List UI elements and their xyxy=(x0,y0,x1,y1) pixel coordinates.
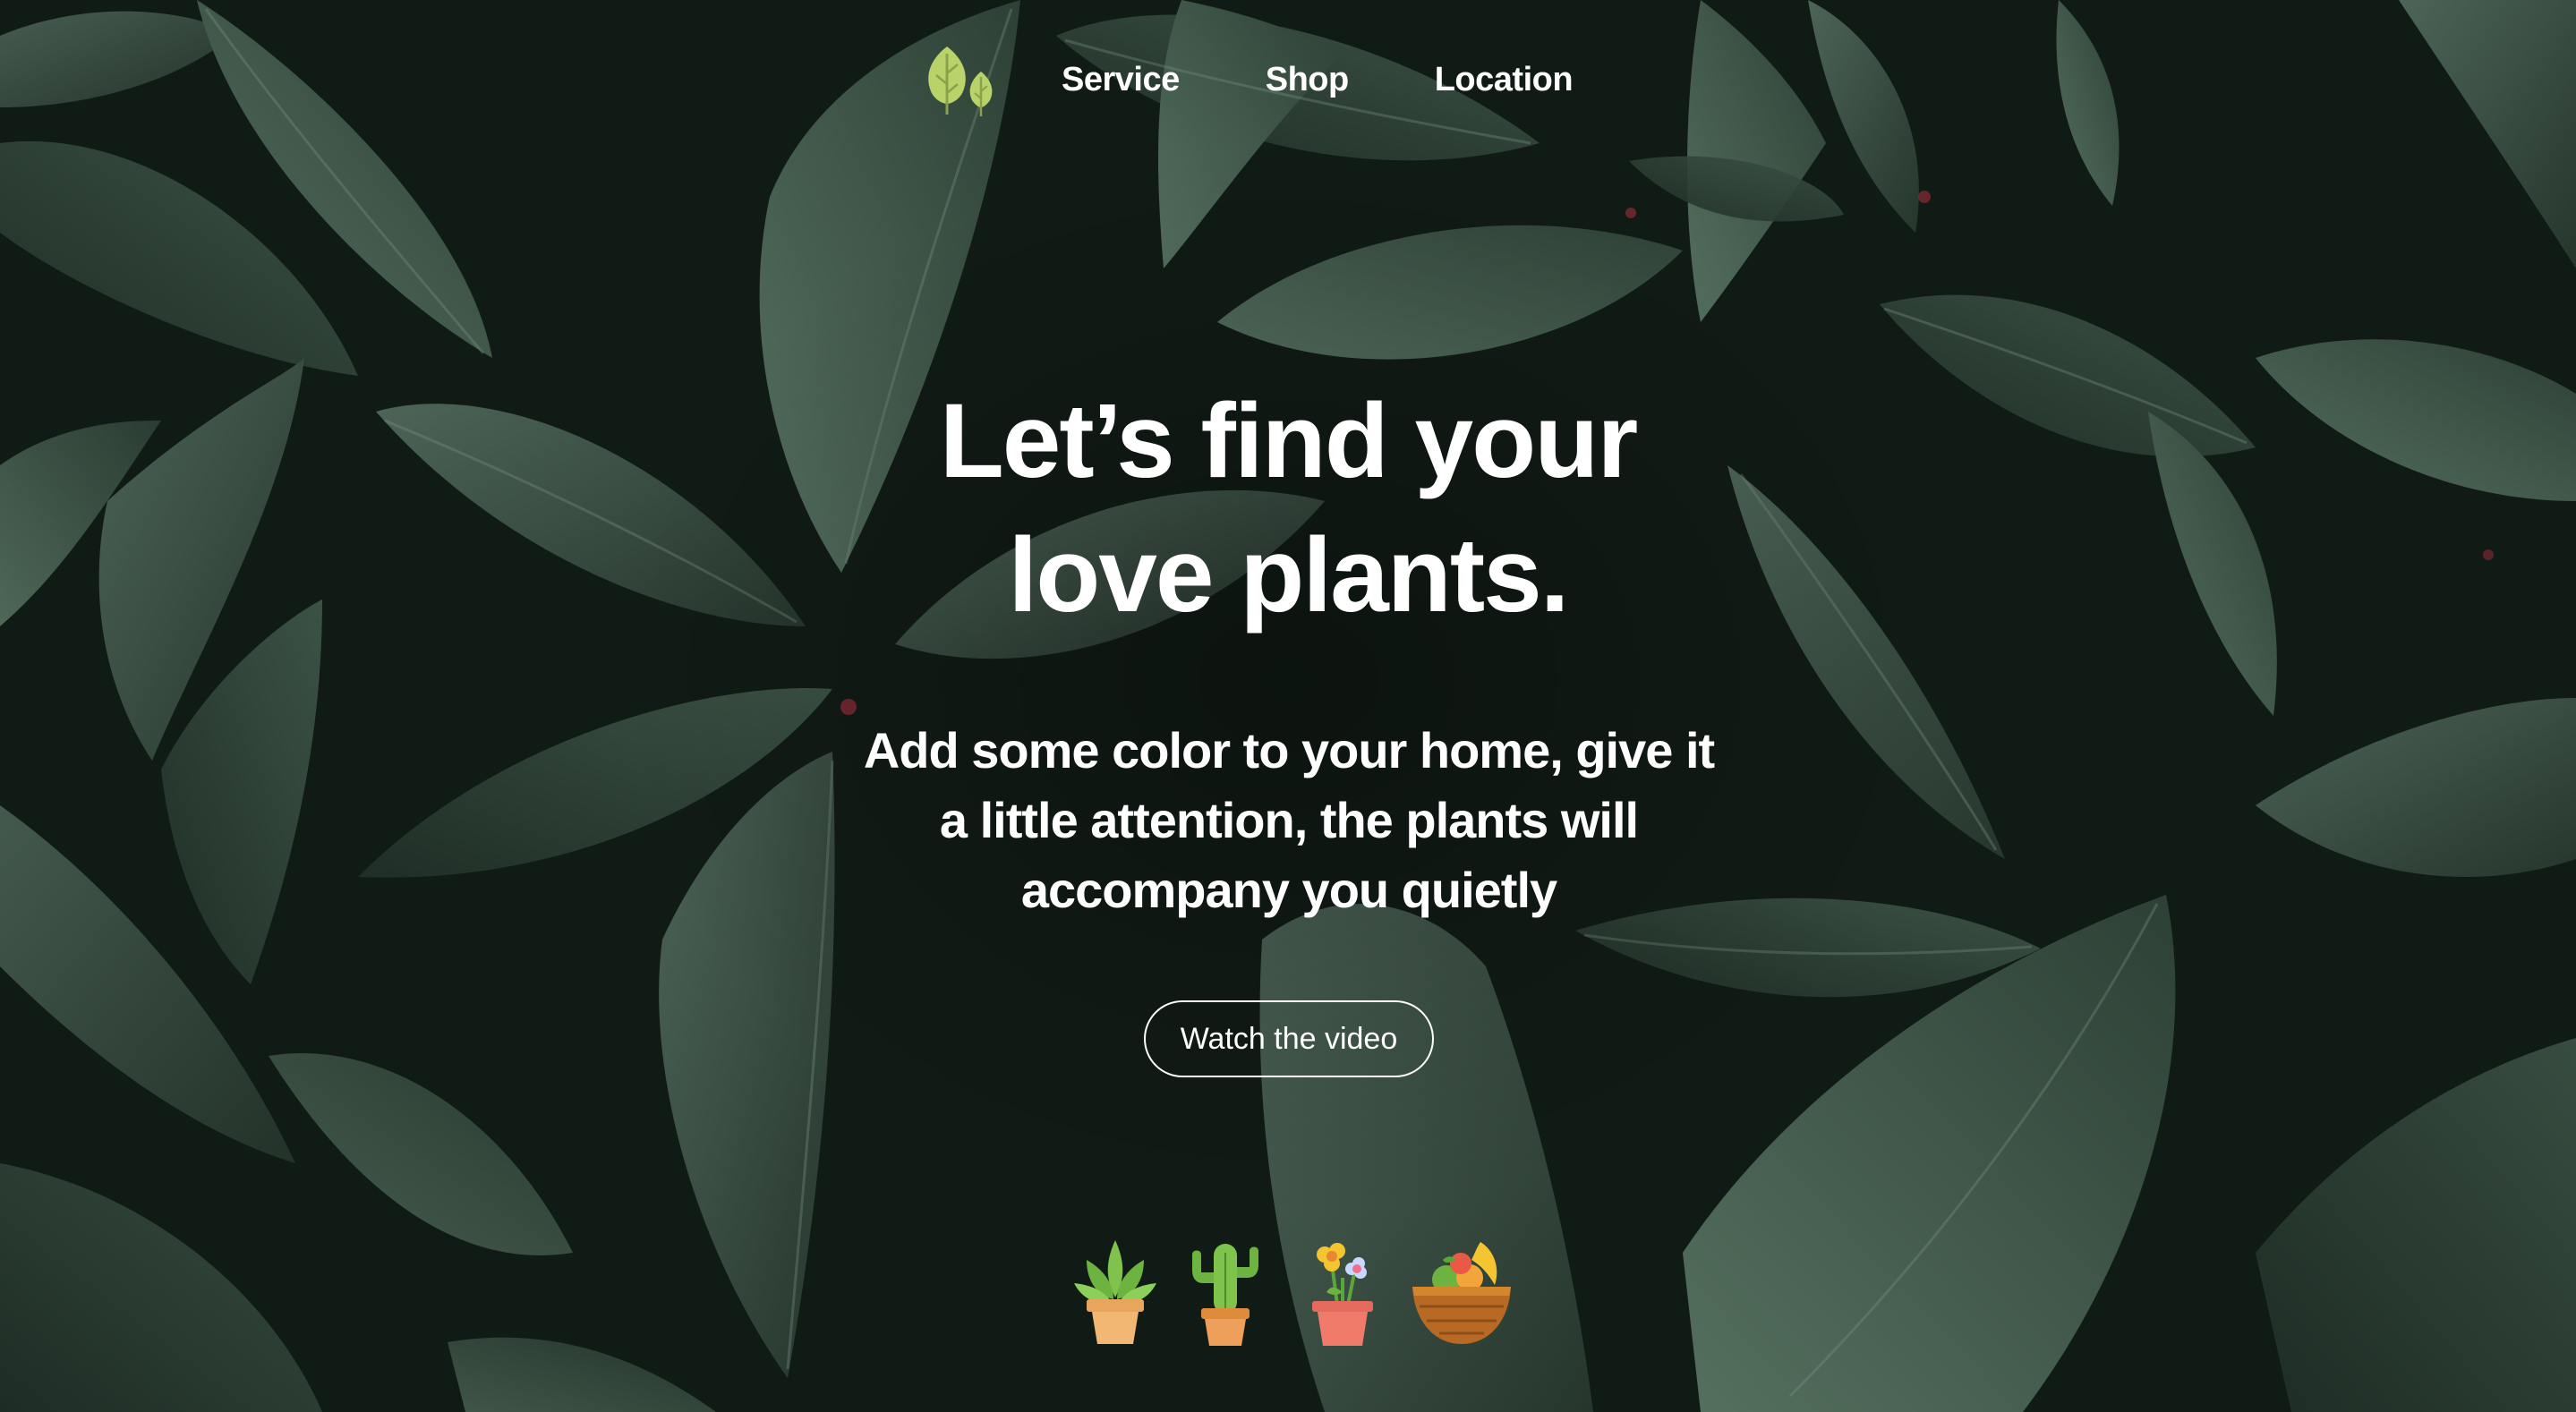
foliage-background-image xyxy=(0,0,2576,1412)
fruit-basket-icon xyxy=(1412,1242,1511,1344)
succulent-pot-icon xyxy=(1074,1240,1156,1344)
nav-link-service[interactable]: Service xyxy=(1062,61,1180,99)
hero-title-line: love plants. xyxy=(1008,516,1569,634)
hero-subtitle-line: a little attention, the plants will xyxy=(939,792,1639,848)
hero-title-line: Let’s find your xyxy=(939,382,1639,500)
flower-pot-icon xyxy=(1312,1243,1373,1346)
hero-title: Let’s find your love plants. xyxy=(751,374,1825,642)
leaf-logo-icon[interactable] xyxy=(922,41,999,118)
hero-subtitle-line: accompany you quietly xyxy=(1020,862,1557,918)
plant-icons-row xyxy=(1070,1233,1518,1349)
nav-link-shop[interactable]: Shop xyxy=(1266,61,1349,99)
top-navigation: Service Shop Location xyxy=(922,39,1574,120)
cactus-pot-icon xyxy=(1192,1244,1258,1346)
hero-subtitle-line: Add some color to your home, give it xyxy=(863,722,1715,778)
nav-link-location[interactable]: Location xyxy=(1435,61,1574,99)
watch-video-button[interactable]: Watch the video xyxy=(1144,1000,1434,1077)
hero-section: Service Shop Location Let’s find your lo… xyxy=(0,0,2576,1412)
hero-subtitle: Add some color to your home, give it a l… xyxy=(806,716,1772,925)
